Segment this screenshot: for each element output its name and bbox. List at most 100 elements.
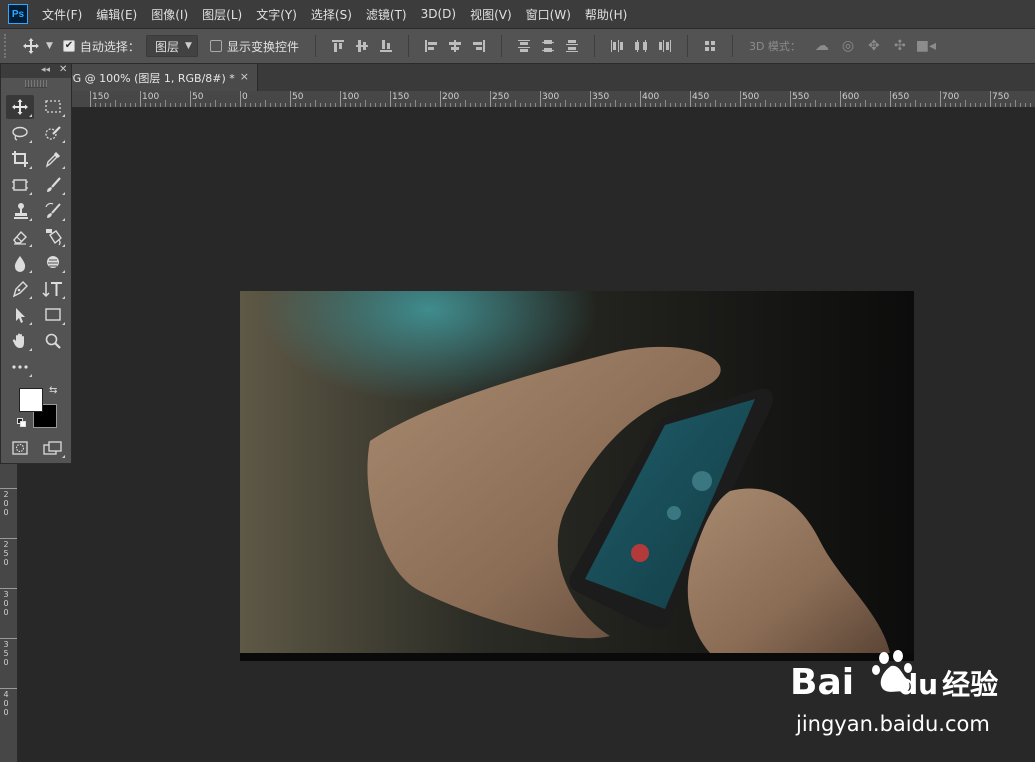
ruler-minor-tick <box>805 103 806 107</box>
move-tool-preset-icon[interactable] <box>20 35 42 57</box>
pen-tool-icon[interactable] <box>6 277 34 301</box>
ruler-minor-tick <box>510 103 511 107</box>
brush-tool-icon[interactable] <box>39 173 67 197</box>
eraser-tool-icon[interactable] <box>6 225 34 249</box>
3d-pan-icon[interactable]: ✥ <box>864 37 884 55</box>
ruler-minor-tick <box>460 103 461 107</box>
menu-image[interactable]: 图像(I) <box>151 6 188 23</box>
dodge-tool-icon[interactable] <box>39 251 67 275</box>
ruler-label: 200 <box>3 490 9 517</box>
default-colors-icon[interactable] <box>17 418 27 428</box>
document-tab[interactable]: PG @ 100% (图层 1, RGB/8#) * × <box>60 64 258 91</box>
auto-align-layers-icon[interactable] <box>701 37 719 55</box>
ruler-label: 600 <box>842 92 860 102</box>
ruler-minor-tick <box>260 103 261 107</box>
ruler-minor-tick <box>350 103 351 107</box>
lasso-tool-icon[interactable] <box>6 121 34 145</box>
distribute-right-icon[interactable] <box>656 37 674 55</box>
ruler-minor-tick <box>725 103 726 107</box>
3d-orbit-icon[interactable]: ☁ <box>812 37 832 55</box>
menu-edit[interactable]: 编辑(E) <box>96 6 137 23</box>
ruler-minor-tick <box>245 103 246 107</box>
options-bar-grip[interactable] <box>4 34 8 58</box>
ruler-minor-tick <box>795 103 796 107</box>
ruler-minor-tick <box>400 103 401 107</box>
ruler-minor-tick <box>645 103 646 107</box>
align-left-icon[interactable] <box>422 37 440 55</box>
ruler-minor-tick <box>455 103 456 107</box>
ruler-minor-tick <box>115 100 116 107</box>
ruler-minor-tick <box>435 103 436 107</box>
ruler-minor-tick <box>475 103 476 107</box>
document-image[interactable] <box>240 291 914 661</box>
quick-mask-icon[interactable] <box>6 436 34 460</box>
menu-select[interactable]: 选择(S) <box>311 6 352 23</box>
menu-layer[interactable]: 图层(L) <box>202 6 242 23</box>
ruler-minor-tick <box>160 103 161 107</box>
ruler-minor-tick <box>415 100 416 107</box>
menu-3d[interactable]: 3D(D) <box>421 7 456 21</box>
menu-type[interactable]: 文字(Y) <box>256 6 297 23</box>
chevron-down-icon[interactable]: ▼ <box>46 41 53 51</box>
type-tool-icon[interactable] <box>39 277 67 301</box>
ruler-major-tick <box>890 91 891 107</box>
swap-colors-icon[interactable]: ⇆ <box>49 385 57 396</box>
align-top-icon[interactable] <box>329 37 347 55</box>
foreground-color-swatch[interactable] <box>19 388 43 412</box>
zoom-tool-icon[interactable] <box>39 329 67 353</box>
ruler-label: 400 <box>642 92 660 102</box>
screen-mode-icon[interactable] <box>39 436 67 460</box>
align-hcenter-icon[interactable] <box>446 37 464 55</box>
3d-scale-icon[interactable]: ■◂ <box>916 37 936 55</box>
distribute-left-icon[interactable] <box>608 37 626 55</box>
show-transform-checkbox[interactable] <box>209 40 222 52</box>
distribute-vcenter-icon[interactable] <box>539 37 557 55</box>
menu-file[interactable]: 文件(F) <box>42 6 82 23</box>
close-icon[interactable]: ✕ <box>59 64 67 75</box>
distribute-bottom-icon[interactable] <box>563 37 581 55</box>
align-right-icon[interactable] <box>470 37 488 55</box>
close-icon[interactable]: × <box>240 70 249 83</box>
frame-tool-icon[interactable] <box>6 173 34 197</box>
quick-select-tool-icon[interactable] <box>39 121 67 145</box>
ruler-minor-tick <box>695 103 696 107</box>
clone-stamp-tool-icon[interactable] <box>6 199 34 223</box>
ruler-minor-tick <box>200 103 201 107</box>
collapse-icon[interactable]: ◂◂ <box>41 65 50 75</box>
rectangle-tool-icon[interactable] <box>39 303 67 327</box>
separator <box>731 35 733 57</box>
paint-bucket-tool-icon[interactable] <box>39 225 67 249</box>
3d-roll-icon[interactable]: ◎ <box>838 37 858 55</box>
align-vcenter-icon[interactable] <box>353 37 371 55</box>
auto-select-checkbox[interactable]: ✔ <box>62 40 75 52</box>
distribute-hcenter-icon[interactable] <box>632 37 650 55</box>
move-tool-icon[interactable] <box>6 95 34 119</box>
menu-window[interactable]: 窗口(W) <box>526 6 571 23</box>
hand-tool-icon[interactable] <box>6 329 34 353</box>
tools-panel-grip[interactable] <box>25 80 47 88</box>
menu-help[interactable]: 帮助(H) <box>585 6 627 23</box>
crop-tool-icon[interactable] <box>6 147 34 171</box>
photoshop-window: Ps 文件(F) 编辑(E) 图像(I) 图层(L) 文字(Y) 选择(S) 滤… <box>0 0 1035 762</box>
more-tools-icon[interactable] <box>6 355 34 379</box>
distribute-top-icon[interactable] <box>515 37 533 55</box>
3d-slide-icon[interactable]: ✣ <box>890 37 910 55</box>
ruler-minor-tick <box>355 103 356 107</box>
ruler-major-tick <box>0 688 17 689</box>
ruler-minor-tick <box>1015 100 1016 107</box>
align-bottom-icon[interactable] <box>377 37 395 55</box>
app-logo: Ps <box>8 4 28 24</box>
menu-view[interactable]: 视图(V) <box>470 6 512 23</box>
menu-filter[interactable]: 滤镜(T) <box>366 6 407 23</box>
history-brush-tool-icon[interactable] <box>39 199 67 223</box>
marquee-tool-icon[interactable] <box>39 95 67 119</box>
ruler-minor-tick <box>850 103 851 107</box>
horizontal-ruler: 150 100 50 0 50 100 150 200 250 300 350 400 450 500 55… <box>18 91 1035 108</box>
blur-tool-icon[interactable] <box>6 251 34 275</box>
ruler-minor-tick <box>280 103 281 107</box>
eyedropper-tool-icon[interactable] <box>39 147 67 171</box>
auto-select-target-dropdown[interactable]: 图层 ▼ <box>145 35 198 57</box>
ruler-minor-tick <box>580 103 581 107</box>
path-select-tool-icon[interactable] <box>6 303 34 327</box>
tools-panel-header[interactable]: ◂◂ ✕ <box>1 64 71 78</box>
